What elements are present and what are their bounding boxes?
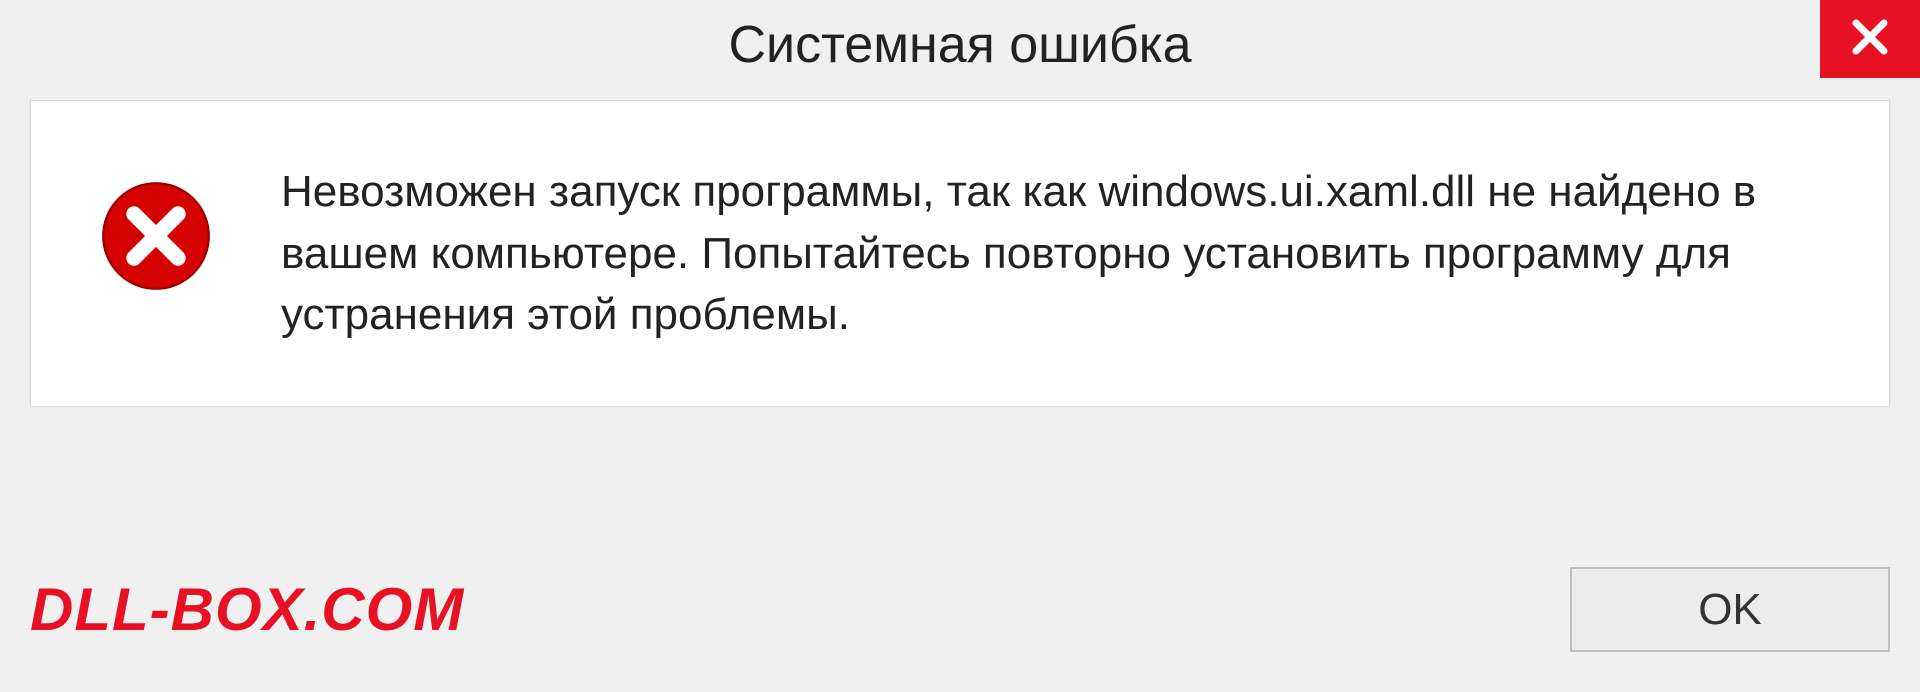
ok-button-label: OK xyxy=(1698,585,1762,635)
content-panel: Невозможен запуск программы, так как win… xyxy=(30,100,1890,407)
close-icon xyxy=(1846,13,1894,66)
error-message: Невозможен запуск программы, так как win… xyxy=(281,161,1829,346)
close-button[interactable] xyxy=(1820,0,1920,78)
titlebar: Системная ошибка xyxy=(0,0,1920,90)
error-icon xyxy=(101,181,211,291)
dialog-title: Системная ошибка xyxy=(728,15,1191,75)
watermark-text: DLL-BOX.COM xyxy=(30,575,464,644)
bottom-row: DLL-BOX.COM OK xyxy=(30,567,1890,652)
ok-button[interactable]: OK xyxy=(1570,567,1890,652)
